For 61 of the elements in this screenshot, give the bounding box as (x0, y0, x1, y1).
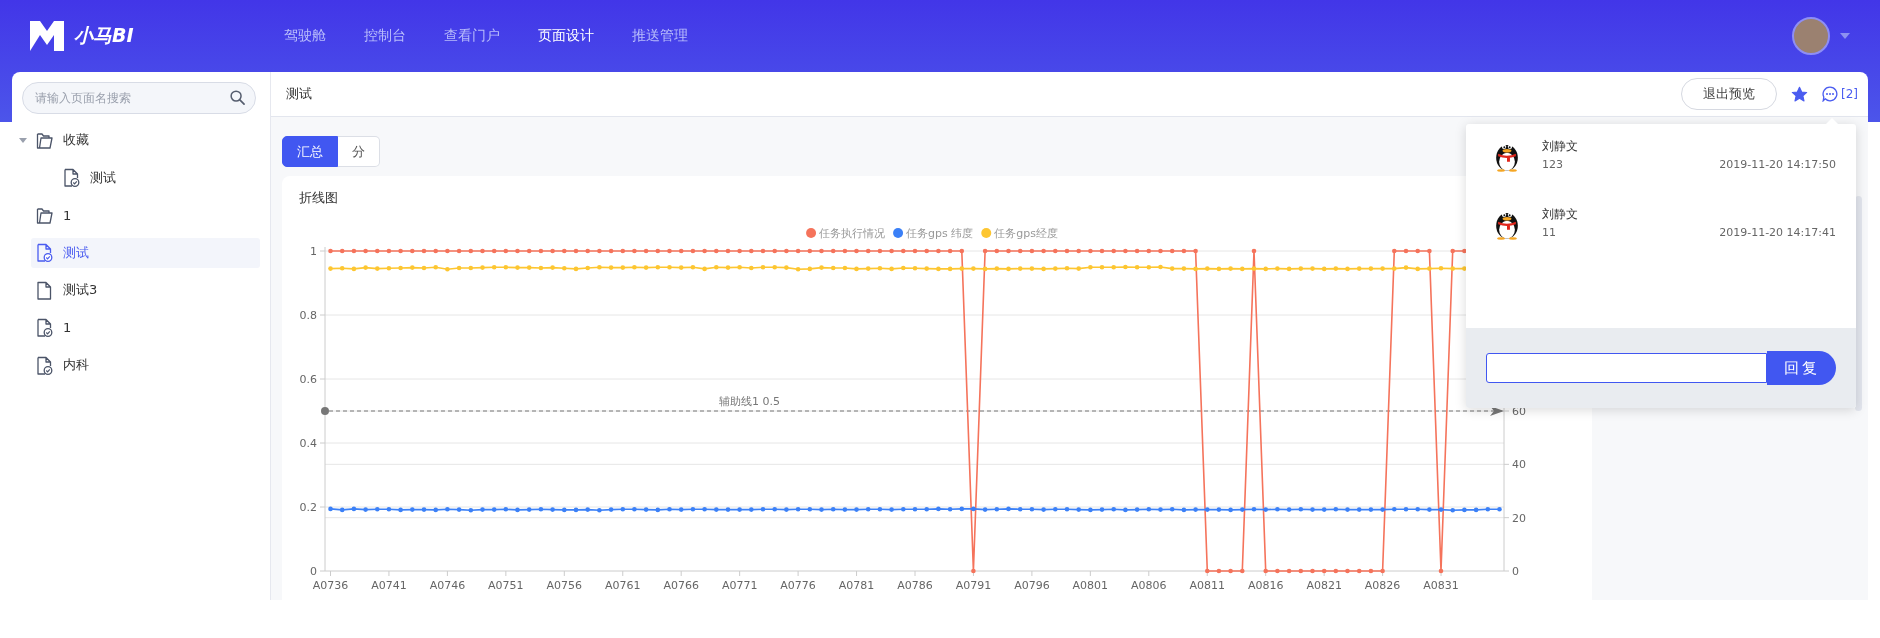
axis-label: A0796 (1014, 579, 1050, 592)
breadcrumb: 测试 (286, 85, 312, 103)
axis-label: A0781 (838, 579, 875, 592)
axis-label: 0.4 (299, 437, 317, 450)
axis-label: A0751 (488, 579, 524, 592)
logo-text: 小马BI (74, 23, 134, 48)
comment-author: 刘静文 (1542, 206, 1579, 223)
legend-item[interactable]: 任务gps经度 (981, 227, 1058, 240)
axis-label: A0746 (429, 579, 466, 592)
axis-label: A0826 (1364, 579, 1401, 592)
comment-time: 2019-11-20 14:17:50 (1719, 158, 1836, 171)
axis-label: A0821 (1306, 579, 1342, 592)
tree-item[interactable]: 测试 (31, 237, 260, 268)
search-field[interactable]: 请输入页面名搜索 (22, 82, 256, 114)
reply-button[interactable]: 回复 (1767, 351, 1836, 385)
axis-label: 1 (310, 245, 317, 258)
comment-text: 123 (1542, 158, 1563, 171)
comment-time: 2019-11-20 14:17:41 (1719, 226, 1836, 239)
tree-item[interactable]: 测试3 (31, 275, 260, 305)
axis-label: A0756 (546, 579, 583, 592)
tree-item[interactable]: 测试 (31, 162, 260, 193)
axis-label: A0811 (1189, 579, 1225, 592)
axis-label: A0806 (1131, 579, 1167, 592)
axis-label: A0761 (605, 579, 641, 592)
axis-label: A0776 (780, 579, 816, 592)
tree-item[interactable]: 1 (31, 200, 260, 230)
axis-label: A0736 (312, 579, 349, 592)
nav-item[interactable]: 推送管理 (631, 27, 688, 45)
axis-label: 0.6 (299, 373, 317, 386)
tab[interactable]: 汇总 (282, 136, 338, 167)
axis-label: A0786 (897, 579, 933, 592)
chart-title: 折线图 (298, 189, 339, 207)
axis-label: 0 (1512, 565, 1519, 578)
guide-line-label: 辅助线1 0.5 (718, 395, 780, 408)
tree-item[interactable]: 收藏 (31, 125, 260, 155)
comment-text: 11 (1542, 226, 1556, 239)
axis-label: A0801 (1072, 579, 1109, 592)
axis-label: A0771 (721, 579, 758, 592)
nav-item[interactable]: 查看门户 (443, 27, 500, 45)
axis-label: A0741 (371, 579, 407, 592)
tree-item[interactable]: 1 (31, 312, 260, 343)
axis-label: 20 (1512, 511, 1526, 525)
axis-label: A0831 (1423, 579, 1459, 592)
nav-item[interactable]: 控制台 (363, 27, 406, 45)
comment-author: 刘静文 (1542, 138, 1579, 155)
tab[interactable]: 分 (338, 136, 380, 167)
axis-label: A0766 (663, 579, 699, 592)
axis-label: 40 (1512, 458, 1526, 472)
nav-item[interactable]: 驾驶舱 (283, 27, 326, 45)
exit-preview-button[interactable]: 退出预览 (1681, 78, 1777, 110)
legend-item[interactable]: 任务执行情况 (806, 227, 886, 240)
axis-label: A0791 (955, 579, 992, 592)
legend-item[interactable]: 任务gps 纬度 (893, 227, 974, 240)
tree-item[interactable]: 内科 (31, 350, 260, 380)
axis-label: A0816 (1247, 579, 1284, 592)
axis-label: 0.8 (299, 309, 317, 322)
axis-label: 0.2 (299, 501, 317, 514)
comment-count: [2] (1841, 87, 1858, 101)
legend-label: 任务gps经度 (993, 227, 1058, 240)
axis-label: 0 (310, 565, 317, 578)
nav-item[interactable]: 页面设计 (537, 27, 594, 45)
